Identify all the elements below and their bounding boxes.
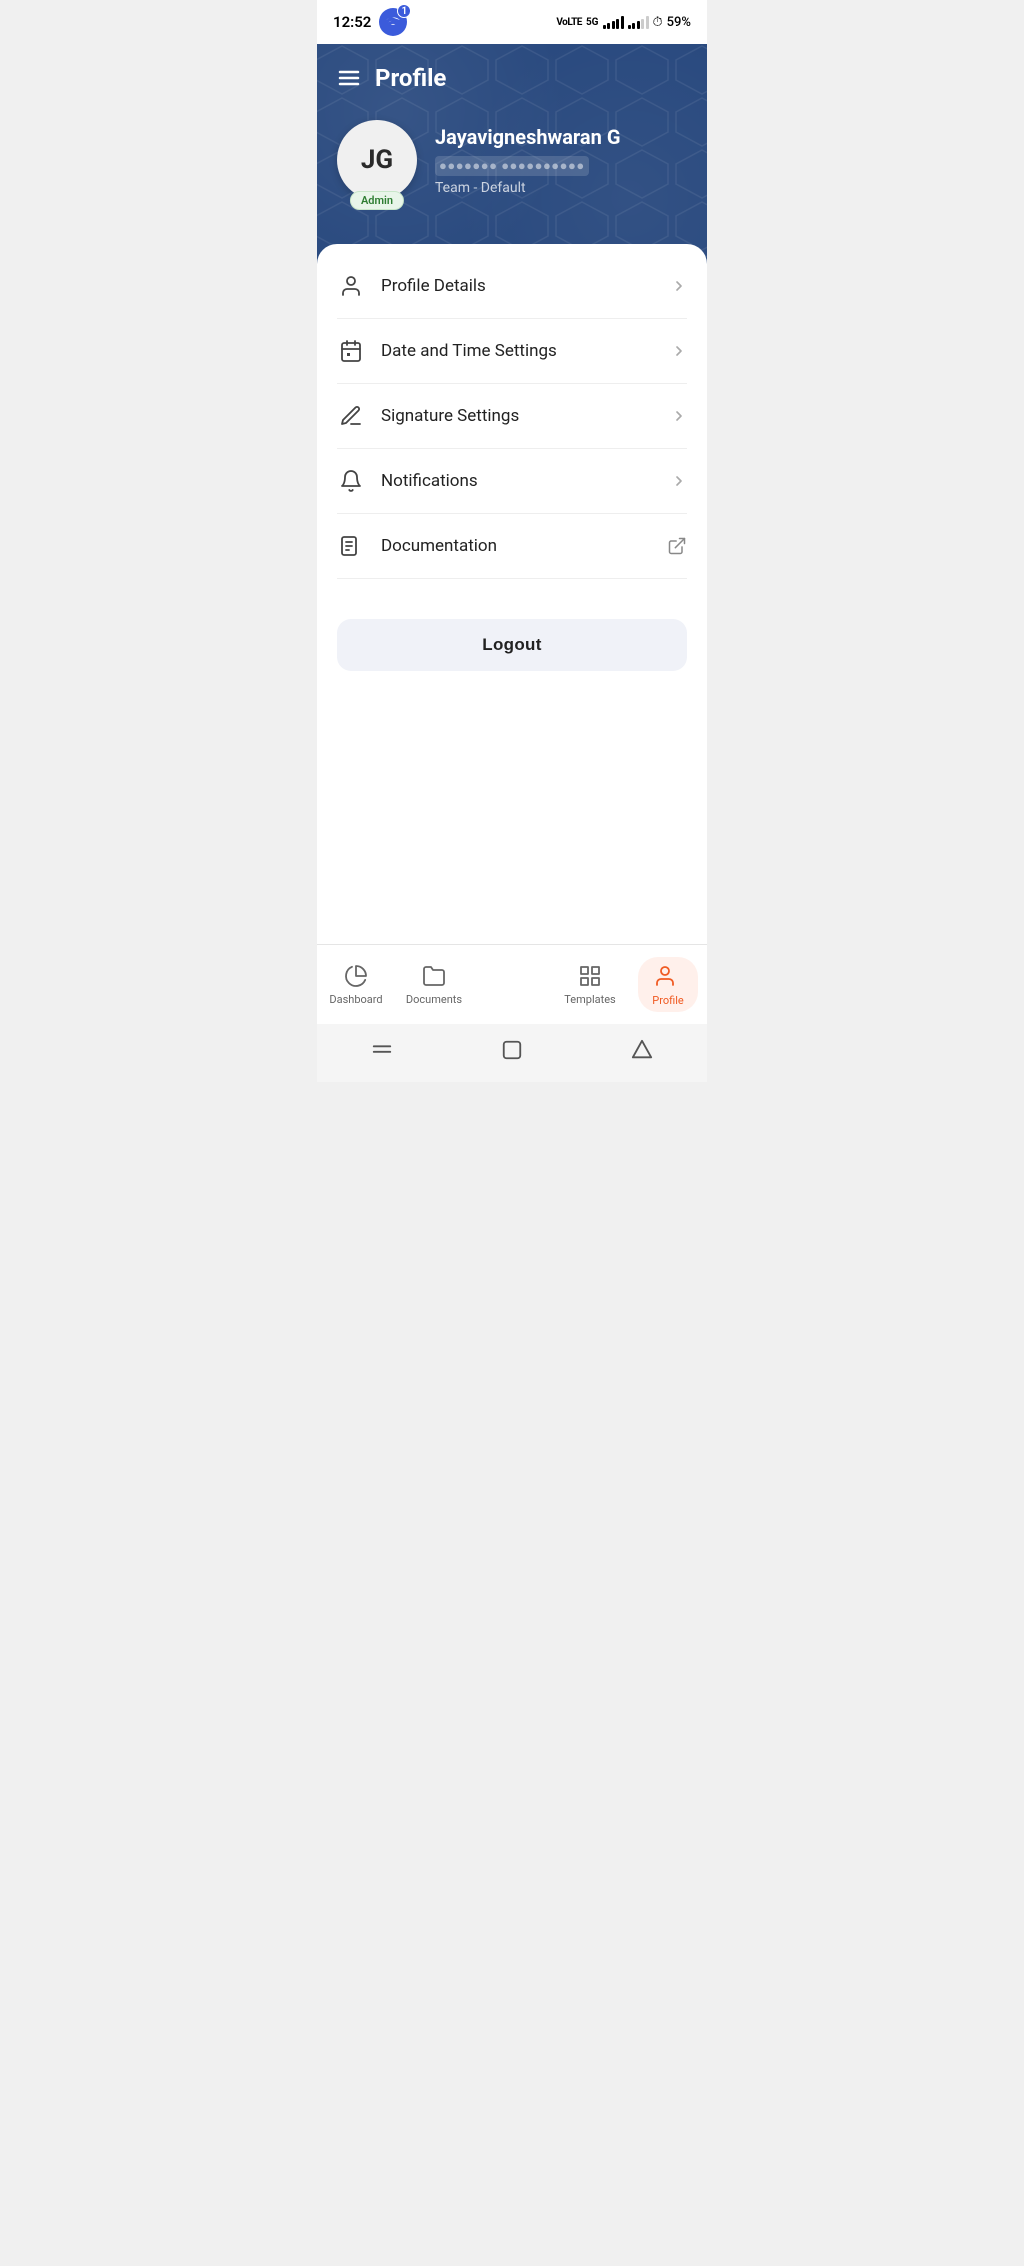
wifi-icon: 1 [379,8,407,36]
calendar-icon [337,337,365,365]
nav-item-documents[interactable]: Documents [395,959,473,1010]
menu-item-documentation[interactable]: Documentation [337,514,687,579]
menu-label-signature: Signature Settings [381,406,655,426]
profile-text: Jayavigneshwaran G ●●●●●●● ●●●●●●●●●● Te… [435,125,687,196]
user-icon [337,272,365,300]
menu-label-date-time: Date and Time Settings [381,341,655,361]
chevron-right-icon [671,278,687,294]
nav-label-dashboard: Dashboard [329,993,382,1006]
nav-item-dashboard[interactable]: Dashboard [317,959,395,1010]
logout-section: Logout [317,579,707,691]
system-nav-bar [317,1024,707,1082]
signal-icon [603,15,624,29]
profile-info: JG Admin Jayavigneshwaran G ●●●●●●● ●●●●… [337,120,687,200]
external-link-icon [667,536,687,556]
menu-item-date-time[interactable]: Date and Time Settings [337,319,687,384]
avatar-initials: JG [361,147,393,173]
page-title: Profile [375,64,446,92]
sys-nav-menu[interactable] [368,1036,396,1064]
battery-level: 59% [667,15,691,30]
menu-item-signature[interactable]: Signature Settings [337,384,687,449]
hamburger-icon[interactable] [337,66,361,90]
bell-icon [337,467,365,495]
document-icon [337,532,365,560]
menu-item-profile-details[interactable]: Profile Details [337,254,687,319]
sys-nav-home[interactable] [498,1036,526,1064]
user-team: Team - Default [435,180,687,196]
user-email: ●●●●●●● ●●●●●●●●●● [435,156,589,176]
menu-list: Profile Details Date and Time Settings [317,254,707,579]
chevron-right-icon [671,473,687,489]
chevron-right-icon [671,408,687,424]
nav-label-documents: Documents [406,993,462,1006]
role-badge: Admin [350,191,404,210]
bottom-nav-wrapper: Dashboard Documents [317,944,707,1024]
chevron-right-icon [671,343,687,359]
dashboard-icon [343,963,369,989]
nav-item-templates[interactable]: Templates [551,959,629,1010]
status-bar: 12:52 1 VoLTE 5G ⏱ 59% [317,0,707,44]
pen-icon [337,402,365,430]
avatar: JG Admin [337,120,417,200]
logout-button[interactable]: Logout [337,619,687,671]
profile-nav-icon [652,963,678,989]
menu-item-notifications[interactable]: Notifications [337,449,687,514]
documents-icon [421,963,447,989]
signal-icon-2 [628,15,649,29]
sys-nav-back[interactable] [628,1036,656,1064]
menu-label-notifications: Notifications [381,471,655,491]
status-indicators: VoLTE 5G ⏱ 59% [556,15,691,30]
menu-label-profile-details: Profile Details [381,276,655,296]
header-top: Profile [337,64,687,92]
bottom-nav: Dashboard Documents [317,944,707,1024]
templates-icon [577,963,603,989]
nav-item-profile[interactable]: Profile [629,953,707,1016]
status-time: 12:52 [333,13,371,31]
main-content: Profile Details Date and Time Settings [317,244,707,944]
profile-header: Profile JG Admin Jayavigneshwaran G ●●●●… [317,44,707,264]
nav-label-templates: Templates [564,993,615,1006]
user-name: Jayavigneshwaran G [435,125,687,149]
menu-label-documentation: Documentation [381,536,651,556]
notification-badge: 1 [397,4,411,18]
nav-label-profile: Profile [652,994,683,1007]
